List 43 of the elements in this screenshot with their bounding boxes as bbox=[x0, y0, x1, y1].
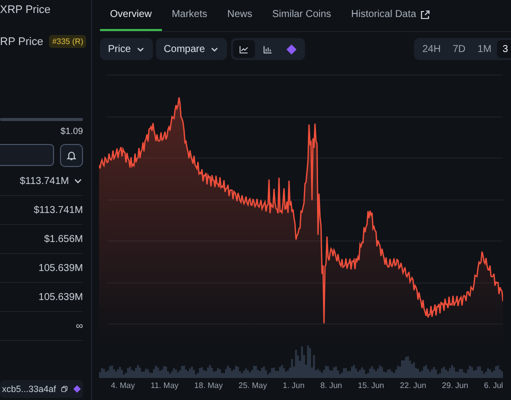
stat-value: $113.741M bbox=[34, 204, 83, 216]
axis-label: 18. May bbox=[194, 381, 223, 390]
coin-price-label: RP Price bbox=[0, 36, 44, 48]
coin-title: XRP Price bbox=[0, 3, 52, 18]
rank-badge: #335 (R) bbox=[49, 35, 86, 48]
contract-address-chip[interactable]: xcb5...33a4af bbox=[0, 380, 83, 398]
dropdown-button[interactable]: Compare bbox=[156, 38, 227, 60]
axis-label: 29. Jun bbox=[442, 381, 468, 390]
range-button[interactable]: 3 bbox=[497, 40, 511, 58]
contract-address: xcb5...33a4af bbox=[2, 384, 56, 394]
tab[interactable]: Similar Coins bbox=[262, 0, 342, 31]
axis-label: 4. May bbox=[110, 381, 135, 390]
stat-value: $113.741M bbox=[20, 176, 69, 186]
axis-label: 6. Jul bbox=[484, 381, 504, 390]
input-field[interactable] bbox=[0, 144, 54, 166]
tab[interactable]: News bbox=[217, 0, 262, 31]
alert-button[interactable] bbox=[60, 144, 83, 167]
axis-label: 8. Jun bbox=[320, 381, 342, 390]
axis-label: 11. May bbox=[150, 381, 179, 390]
copy-icon[interactable] bbox=[61, 384, 68, 394]
line-chart-icon bbox=[238, 44, 250, 54]
diamond-icon[interactable] bbox=[72, 383, 81, 395]
stat-value: 105.639M bbox=[38, 292, 83, 302]
stat-value: $1.656M bbox=[44, 234, 83, 244]
axis-label: 1. Jun bbox=[282, 381, 305, 390]
line-chart-button[interactable] bbox=[232, 40, 255, 58]
tab[interactable]: Historical Data bbox=[341, 0, 440, 31]
stat-value: 105.639M bbox=[38, 262, 83, 274]
bar-chart-icon bbox=[262, 44, 274, 54]
chevron-down-icon[interactable] bbox=[73, 176, 83, 186]
range-button[interactable]: 7D bbox=[446, 40, 472, 58]
tab[interactable]: Markets bbox=[162, 0, 218, 31]
range-button[interactable]: 24H bbox=[416, 40, 447, 58]
stat-value: ∞ bbox=[76, 320, 83, 332]
range-button[interactable]: 1M bbox=[472, 40, 498, 58]
axis-label: 22. Jun bbox=[400, 381, 426, 390]
range-high: $1.09 bbox=[59, 126, 83, 136]
axis-label: 15. Jun bbox=[358, 381, 384, 390]
axis-label: 25. May bbox=[238, 381, 267, 390]
diamond-icon bbox=[286, 44, 298, 54]
dropdown-button[interactable]: Price bbox=[100, 38, 153, 60]
tab[interactable]: Overview bbox=[100, 0, 162, 31]
bell-icon bbox=[66, 150, 77, 161]
